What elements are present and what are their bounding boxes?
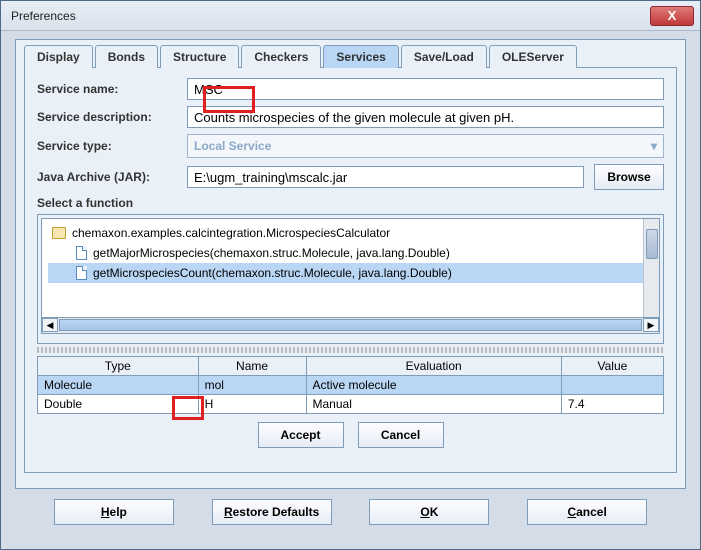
service-name-input[interactable] (187, 78, 664, 100)
jar-input[interactable] (187, 166, 584, 188)
cancel-button[interactable]: Cancel (358, 422, 444, 448)
tree-item-1[interactable]: getMajorMicrospecies(chemaxon.struc.Mole… (48, 243, 653, 263)
tab-bar: Display Bonds Structure Checkers Service… (24, 44, 677, 67)
scroll-right-icon[interactable]: ▶ (643, 318, 659, 332)
file-icon (76, 246, 87, 260)
service-type-label: Service type: (37, 139, 187, 153)
service-type-value: Local Service (194, 139, 271, 153)
function-tree[interactable]: chemaxon.examples.calcintegration.Micros… (41, 218, 660, 318)
window-title: Preferences (11, 9, 76, 23)
tab-display[interactable]: Display (24, 45, 93, 68)
titlebar: Preferences X (1, 1, 700, 31)
col-type[interactable]: Type (38, 357, 199, 376)
row-jar: Java Archive (JAR): Browse (37, 164, 664, 190)
service-name-label: Service name: (37, 82, 187, 96)
service-type-select[interactable]: Local Service ▾ (187, 134, 664, 158)
tree-root-label: chemaxon.examples.calcintegration.Micros… (72, 226, 390, 240)
accept-button[interactable]: Accept (258, 422, 344, 448)
cell-name[interactable]: mol (198, 376, 306, 395)
cell-eval[interactable]: Active molecule (306, 376, 561, 395)
tab-saveload[interactable]: Save/Load (401, 45, 487, 68)
tree-item-2[interactable]: getMicrospeciesCount(chemaxon.struc.Mole… (48, 263, 653, 283)
tab-structure[interactable]: Structure (160, 45, 239, 68)
window-body: Display Bonds Structure Checkers Service… (1, 31, 700, 543)
cell-name[interactable]: H (198, 395, 306, 414)
help-button[interactable]: Help (54, 499, 174, 525)
tab-checkers[interactable]: Checkers (241, 45, 321, 68)
splitter-handle[interactable] (37, 347, 664, 353)
tree-root[interactable]: chemaxon.examples.calcintegration.Micros… (48, 223, 653, 243)
tab-oleserver[interactable]: OLEServer (489, 45, 577, 68)
folder-icon (52, 227, 66, 239)
restore-defaults-button[interactable]: Restore Defaults (212, 499, 332, 525)
table-header-row: Type Name Evaluation Value (38, 357, 664, 376)
ok-button[interactable]: OK (369, 499, 489, 525)
row-service-name: Service name: (37, 78, 664, 100)
table-row[interactable]: Molecule mol Active molecule (38, 376, 664, 395)
cell-value[interactable]: 7.4 (561, 395, 663, 414)
table-row[interactable]: Double H Manual 7.4 (38, 395, 664, 414)
tree-content: chemaxon.examples.calcintegration.Micros… (42, 219, 659, 287)
service-desc-input[interactable] (187, 106, 664, 128)
parameter-table: Type Name Evaluation Value Molecule mol … (37, 356, 664, 414)
scroll-thumb[interactable] (646, 229, 658, 259)
tree-item-2-label: getMicrospeciesCount(chemaxon.struc.Mole… (93, 266, 452, 280)
browse-button[interactable]: Browse (594, 164, 664, 190)
cell-type: Double (38, 395, 199, 414)
tab-bonds[interactable]: Bonds (95, 45, 158, 68)
tab-services[interactable]: Services (323, 45, 398, 68)
select-function-label: Select a function (37, 196, 664, 210)
preferences-window: Preferences X Display Bonds Structure Ch… (0, 0, 701, 550)
tree-scrollbar-vertical[interactable] (643, 219, 659, 317)
scroll-track[interactable] (59, 319, 642, 331)
bottom-button-row: Help Restore Defaults OK Cancel (15, 489, 686, 535)
inner-button-row: Accept Cancel (37, 422, 664, 448)
row-service-desc: Service description: (37, 106, 664, 128)
cancel-main-button[interactable]: Cancel (527, 499, 647, 525)
cell-eval[interactable]: Manual (306, 395, 561, 414)
service-desc-label: Service description: (37, 110, 187, 124)
scroll-left-icon[interactable]: ◀ (42, 318, 58, 332)
col-name[interactable]: Name (198, 357, 306, 376)
close-button[interactable]: X (650, 6, 694, 26)
chevron-down-icon: ▾ (651, 139, 657, 153)
file-icon (76, 266, 87, 280)
col-value[interactable]: Value (561, 357, 663, 376)
col-evaluation[interactable]: Evaluation (306, 357, 561, 376)
tree-item-1-label: getMajorMicrospecies(chemaxon.struc.Mole… (93, 246, 450, 260)
row-service-type: Service type: Local Service ▾ (37, 134, 664, 158)
jar-label: Java Archive (JAR): (37, 170, 187, 184)
tab-content-services: Service name: Service description: Servi… (24, 67, 677, 473)
function-tree-panel: chemaxon.examples.calcintegration.Micros… (37, 214, 664, 344)
cell-value[interactable] (561, 376, 663, 395)
outer-panel: Display Bonds Structure Checkers Service… (15, 39, 686, 489)
cell-type: Molecule (38, 376, 199, 395)
tree-scrollbar-horizontal[interactable]: ◀ ▶ (41, 318, 660, 334)
